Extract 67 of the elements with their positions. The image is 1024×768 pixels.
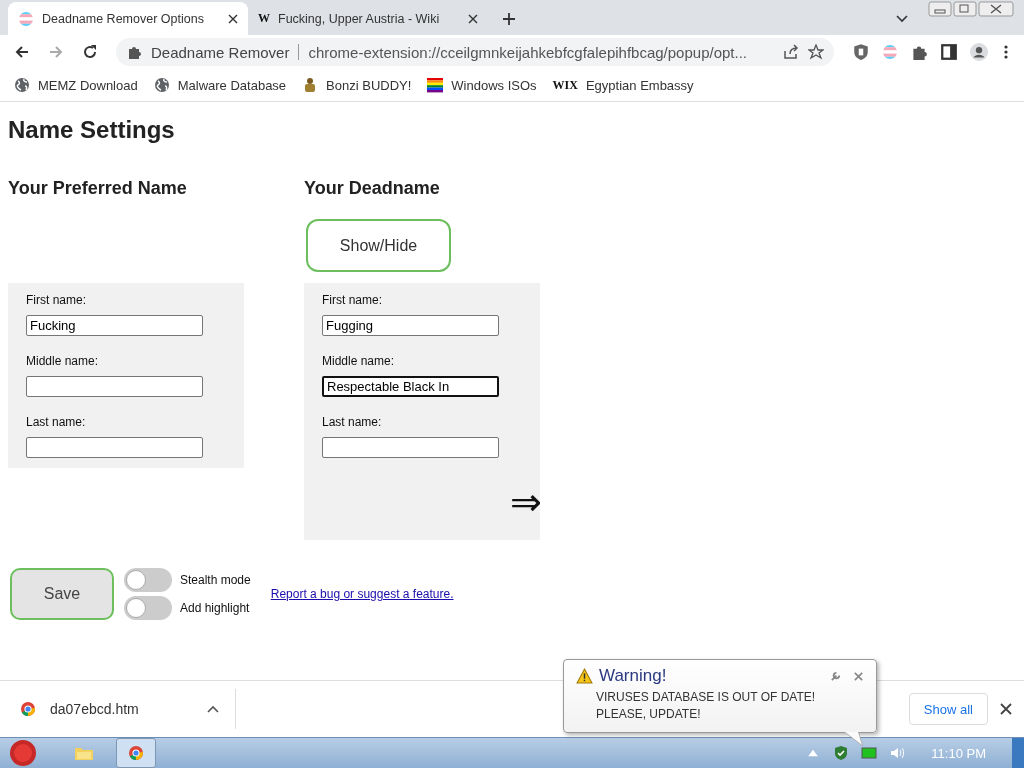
field-label: Middle name: [322,354,396,368]
text-input[interactable]: Fucking [26,315,203,336]
puzzle-icon [126,44,142,60]
reload-icon[interactable] [82,44,98,60]
chrome-icon [20,701,36,717]
switch-label: Stealth mode [180,573,251,587]
profile-icon[interactable] [970,43,988,61]
bookmark[interactable]: MEMZ Download [14,77,138,93]
bookmark[interactable]: Bonzi BUDDY! [302,77,412,93]
logo-icon: W [258,11,270,26]
wrench-icon[interactable] [830,670,841,682]
toggle-switch[interactable] [124,568,172,592]
forward-icon[interactable] [48,44,64,60]
browser-tab[interactable]: W Fucking, Upper Austria - Wiki [248,2,488,35]
field-label: Middle name: [26,354,100,368]
page-heading: Name Settings [8,116,176,144]
switch-label: Add highlight [180,601,250,615]
text-input[interactable] [322,437,499,458]
warning-icon [576,668,593,684]
save-button[interactable]: Save [10,568,114,620]
column-heading: Your Preferred Name [8,178,188,199]
share-icon[interactable] [783,44,799,60]
close-icon[interactable] [228,13,238,24]
toggle-switch[interactable] [124,596,172,620]
text-input[interactable] [26,437,203,458]
bookmark[interactable]: Malware Database [153,77,287,93]
field-label: Last name: [26,415,87,429]
globe-icon [153,77,170,93]
globe-icon [14,77,30,93]
start-button[interactable] [8,738,38,768]
close-icon[interactable] [1000,703,1012,715]
show-hide-button[interactable]: Show/Hide [306,219,451,272]
text-input[interactable] [26,376,203,397]
text-input[interactable]: Fugging [322,315,499,336]
field-label: First name: [26,293,87,307]
bookmark[interactable]: WIX Egyptian Embassy [552,77,694,93]
flag-icon [18,10,34,27]
report-link[interactable]: Report a bug or suggest a feature. [270,587,454,601]
browser-tab[interactable]: Deadname Remover Options [8,2,248,35]
shield-icon[interactable] [852,43,870,61]
new-tab-icon[interactable] [502,12,516,26]
window-controls-icon[interactable] [928,1,1014,17]
column-heading: Your Deadname [304,178,441,199]
field-label: Last name: [322,415,383,429]
logo-icon: WIX [552,77,578,93]
star-icon[interactable] [808,44,824,60]
monitor-icon[interactable] [861,745,878,761]
close-icon[interactable] [468,13,478,24]
next-arrow[interactable]: ⇒ [510,480,542,524]
side-panel-icon[interactable] [940,43,958,61]
chevron-up-icon[interactable] [207,705,219,713]
flag-icon [882,44,898,60]
rainbow-flag-icon [427,77,444,93]
taskbar-button[interactable] [116,738,156,768]
chevron-down-icon[interactable] [896,15,908,23]
notification-title: Warning! [599,666,667,686]
field-label: First name: [322,293,383,307]
download-filename[interactable]: da07ebcd.htm [50,701,193,717]
back-icon[interactable] [14,44,30,60]
address-bar[interactable]: Deadname Remover chrome-extension://cceilgmnkeijahkebfcgfalepihfbcag/popup/opt... [116,38,834,66]
bookmark[interactable]: Windows ISOs [427,77,537,93]
notification-message: VIRUSES DATABASE IS OUT OF DATE! PLEASE, UPDATE! [596,689,817,723]
chrome-icon [128,745,144,761]
menu-icon[interactable] [1004,44,1008,60]
show-all-button[interactable]: Show all [908,693,988,725]
text-input[interactable]: Respectable Black In [322,376,499,397]
shield-icon[interactable] [833,745,850,761]
